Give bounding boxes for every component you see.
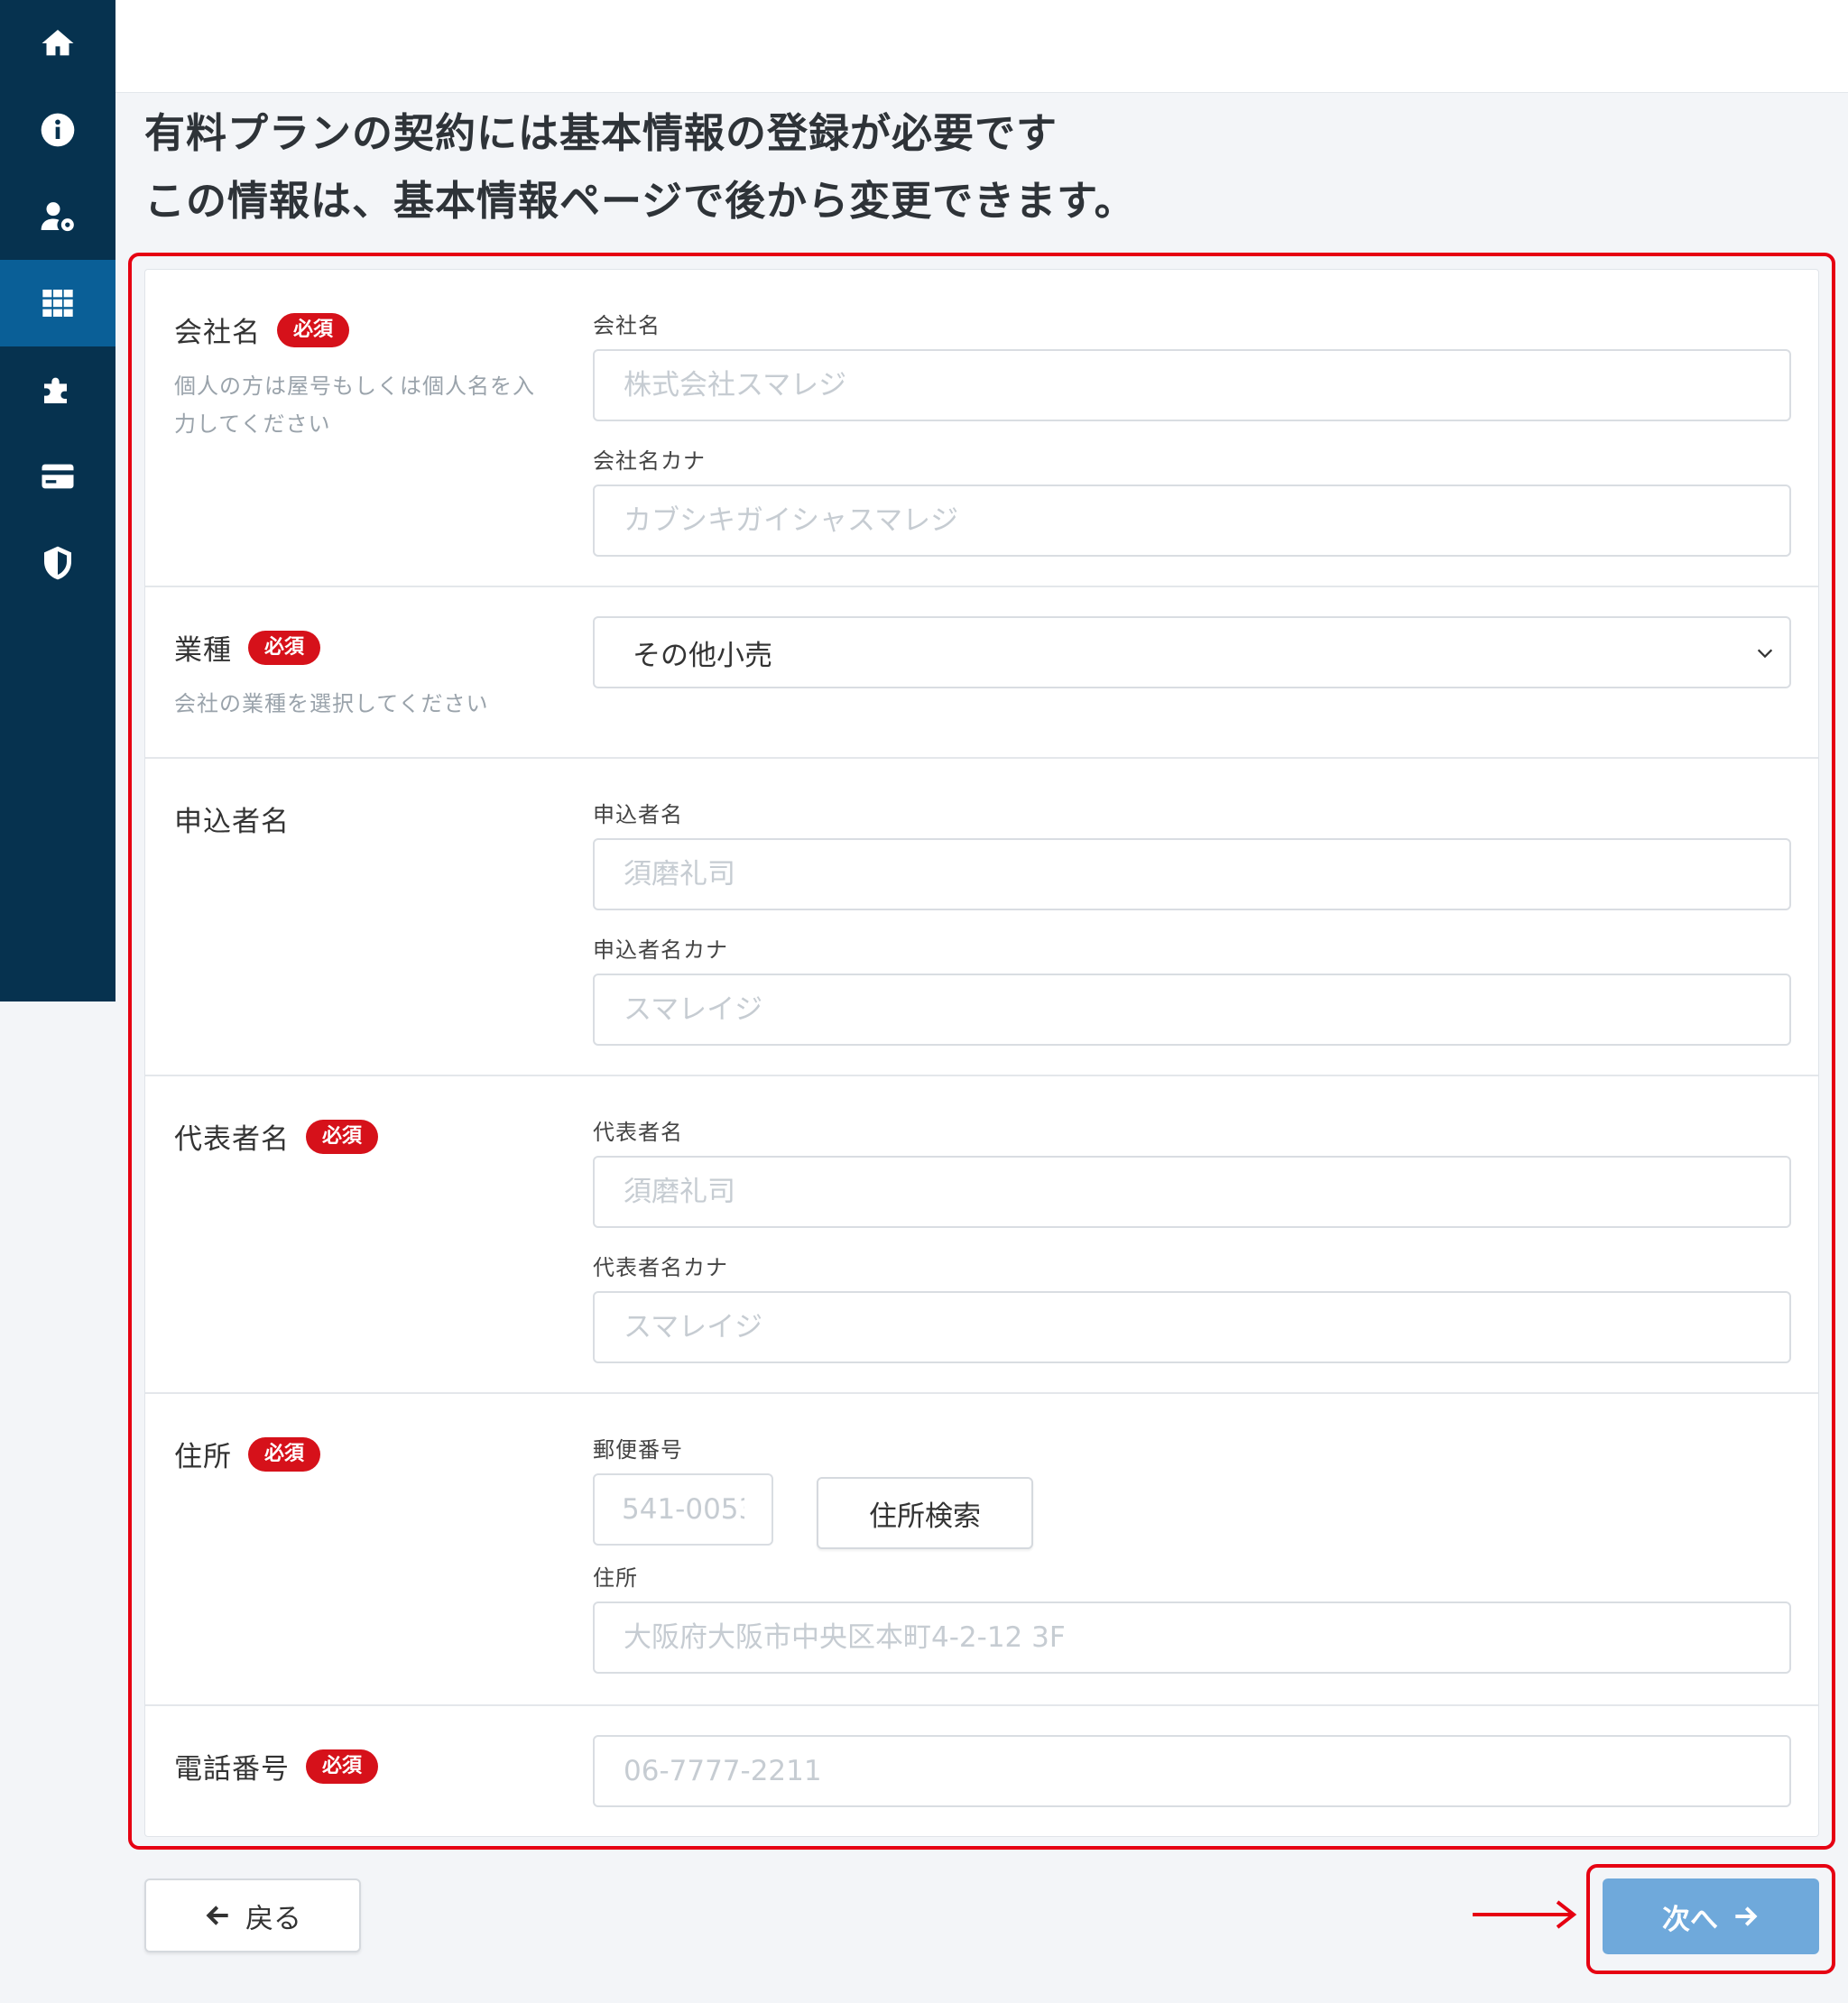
credit-card-icon [42,464,74,489]
sidebar-item-info[interactable] [0,87,116,173]
grid-icon [42,290,73,317]
sidebar [0,0,116,1002]
sidebar-item-home[interactable] [0,0,116,87]
user-settings-icon [41,202,74,232]
arrow-right-icon [1735,1906,1758,1926]
next-button-label: 次へ [1662,1903,1718,1936]
shield-icon [44,546,71,580]
page-title-line-1: 有料プランの契約には基本情報の登録が必要です [144,109,1058,157]
arrow-left-icon [206,1906,228,1925]
sidebar-item-billing[interactable] [0,433,116,520]
back-button-label: 戻る [245,1902,301,1935]
puzzle-icon [44,377,67,403]
back-button[interactable]: 戻る [144,1878,361,1952]
sidebar-item-security[interactable] [0,520,116,606]
sidebar-item-plugins[interactable] [0,346,116,433]
info-icon [41,113,75,147]
annotation-arrow-icon [1473,1900,1577,1929]
page-title: 有料プランの契約には基本情報の登録が必要です この情報は、基本情報ページで後から… [144,99,1805,235]
form-highlight-frame [128,253,1835,1850]
home-icon [42,30,74,56]
sidebar-item-apps[interactable] [0,260,116,346]
page-title-line-2: この情報は、基本情報ページで後から変更できます。 [144,177,1136,225]
top-header-bar [116,0,1848,93]
sidebar-item-user-settings[interactable] [0,173,116,260]
next-button[interactable]: 次へ [1603,1878,1819,1954]
